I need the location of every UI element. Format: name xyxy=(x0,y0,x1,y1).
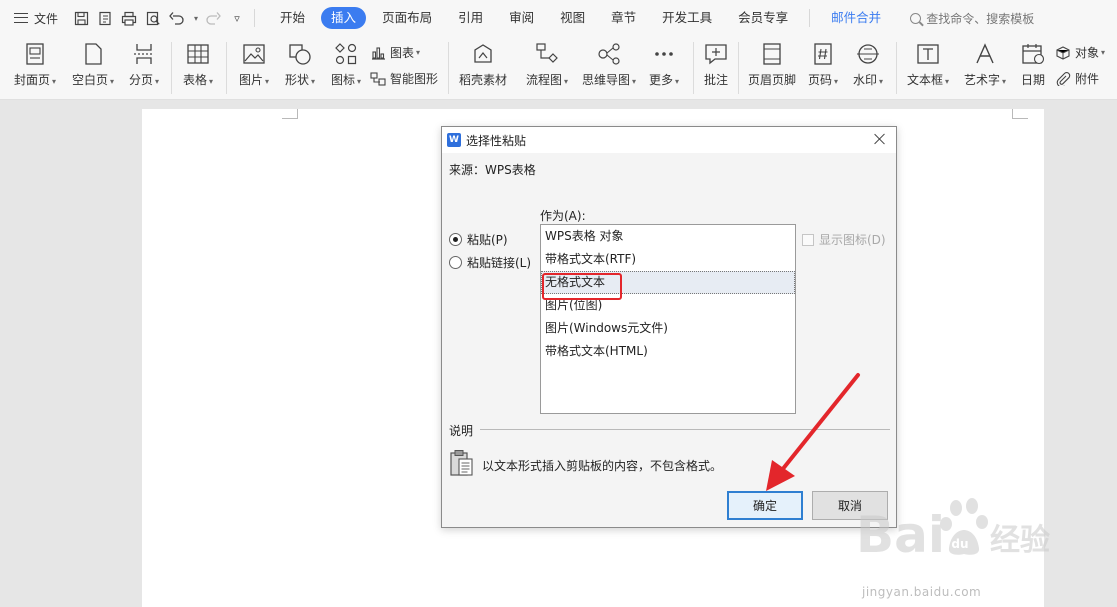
svg-text:Bai: Bai xyxy=(856,506,945,564)
svg-text:du: du xyxy=(951,537,968,551)
watermark-url-text: jingyan.baidu.com xyxy=(862,585,982,599)
svg-text:经验: 经验 xyxy=(990,523,1050,558)
